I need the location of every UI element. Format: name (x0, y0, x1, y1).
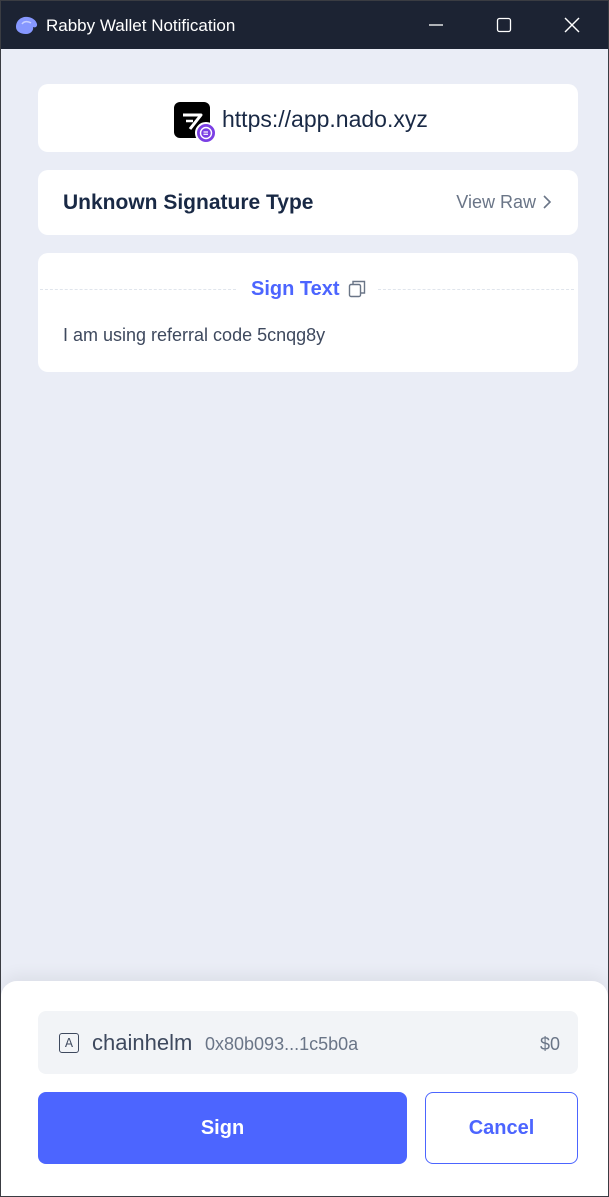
signature-type-title: Unknown Signature Type (63, 191, 314, 214)
sign-text-card: Sign Text I am using referral code 5cnqg… (38, 253, 578, 372)
copy-icon[interactable] (348, 280, 366, 298)
minimize-icon (429, 24, 443, 26)
title-bar: Rabby Wallet Notification (1, 1, 608, 49)
window-title: Rabby Wallet Notification (46, 16, 236, 35)
account-row[interactable]: A chainhelm 0x80b093...1c5b0a $0 (38, 1011, 578, 1074)
notification-window: Rabby Wallet Notification https://app.na… (0, 0, 609, 1197)
minimize-button[interactable] (402, 1, 470, 49)
close-button[interactable] (538, 1, 606, 49)
chain-badge-icon (195, 122, 217, 144)
account-balance: $0 (539, 1034, 560, 1054)
account-name: chainhelm (92, 1030, 193, 1055)
signature-type-card: Unknown Signature Type View Raw (38, 170, 578, 235)
sign-button[interactable]: Sign (38, 1092, 407, 1164)
sign-message: I am using referral code 5cnqg8y (63, 325, 326, 345)
cancel-button[interactable]: Cancel (425, 1092, 578, 1164)
sign-text-label: Sign Text (251, 278, 340, 300)
divider-right (378, 289, 574, 290)
rabby-logo-icon (16, 16, 38, 34)
divider-left (40, 289, 236, 290)
account-type-icon: A (59, 1033, 79, 1053)
sign-text-header: Sign Text (251, 277, 366, 301)
origin-url: https://app.nado.xyz (222, 106, 428, 132)
origin-card: https://app.nado.xyz (38, 84, 578, 152)
action-footer: A chainhelm 0x80b093...1c5b0a $0 Sign Ca… (1, 981, 608, 1196)
maximize-button[interactable] (470, 1, 538, 49)
account-address: 0x80b093...1c5b0a (205, 1034, 359, 1054)
maximize-icon (496, 17, 512, 33)
view-raw-label: View Raw (456, 192, 536, 212)
close-icon (564, 17, 580, 33)
chevron-right-icon (543, 195, 552, 209)
view-raw-link[interactable]: View Raw (456, 191, 552, 213)
